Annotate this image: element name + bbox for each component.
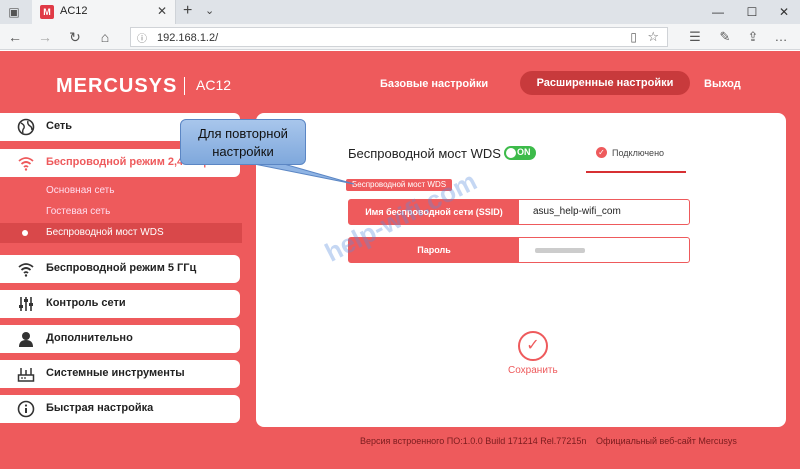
sidebar-item-quick-setup[interactable]: Быстрая настройка xyxy=(0,395,240,423)
sidebar-item-wireless-5[interactable]: Беспроводной режим 5 ГГц xyxy=(0,255,240,283)
logout-link[interactable]: Выход xyxy=(704,78,741,90)
logo-divider xyxy=(184,77,185,95)
toggle-knob xyxy=(506,148,516,158)
sidebar-item-label: Беспроводной режим 5 ГГц xyxy=(46,262,197,274)
maximize-icon[interactable]: ☐ xyxy=(740,2,764,22)
reading-view-icon[interactable]: ▯ xyxy=(630,30,637,44)
password-field[interactable]: Пароль xyxy=(348,237,690,263)
tab-close-icon[interactable]: ✕ xyxy=(157,4,167,18)
tab-title: AC12 xyxy=(60,5,88,17)
new-tab-icon[interactable]: + xyxy=(183,2,192,20)
firmware-version: Версия встроенного ПО:1.0.0 Build 171214… xyxy=(360,436,587,446)
footer: Версия встроенного ПО:1.0.0 Build 171214… xyxy=(0,436,800,454)
back-icon[interactable]: ← xyxy=(6,28,24,46)
callout-pointer xyxy=(254,164,355,185)
masked-password[interactable] xyxy=(535,248,585,253)
favorite-star-icon[interactable]: ☆ xyxy=(647,29,659,45)
share-icon[interactable]: ⇪ xyxy=(744,28,762,46)
browser-tabbar: ▣ M AC12 ✕ + ⌄ — ☐ ✕ xyxy=(0,0,800,24)
user-icon xyxy=(17,330,35,348)
submenu-item-main-network[interactable]: Основная сеть xyxy=(0,181,242,201)
home-icon[interactable]: ⌂ xyxy=(96,28,114,46)
check-icon: ✓ xyxy=(596,147,607,158)
wifi-icon xyxy=(17,154,35,172)
globe-icon xyxy=(17,118,35,136)
active-dot xyxy=(22,230,28,236)
sidebar-item-label: Контроль сети xyxy=(46,297,126,309)
submenu-item-guest-network[interactable]: Гостевая сеть xyxy=(0,202,242,222)
mercusys-logo: MERCUSYS xyxy=(56,75,178,97)
info-icon[interactable]: ⓘ xyxy=(137,30,147,45)
more-icon[interactable]: … xyxy=(772,28,790,46)
sidebar-item-additional[interactable]: Дополнительно xyxy=(0,325,240,353)
wireless-submenu: Основная сеть Гостевая сеть Беспроводной… xyxy=(0,179,242,255)
submenu-item-label: Гостевая сеть xyxy=(46,206,111,217)
callout-annotation: Для повторной настройки xyxy=(180,119,306,165)
official-site-link[interactable]: Официальный веб-сайт Mercusys xyxy=(596,436,737,446)
ssid-value[interactable]: asus_help-wifi_com xyxy=(533,206,621,217)
callout-line-2: настройки xyxy=(212,144,274,159)
minimize-icon[interactable]: — xyxy=(706,2,730,22)
callout-line-1: Для повторной xyxy=(198,126,288,141)
close-icon[interactable]: ✕ xyxy=(772,2,796,22)
sidebar-item-label: Системные инструменты xyxy=(46,367,185,379)
browser-tab[interactable]: M AC12 ✕ xyxy=(32,0,176,24)
info-icon xyxy=(17,400,35,418)
save-label[interactable]: Сохранить xyxy=(508,365,558,376)
sidebar-item-label: Дополнительно xyxy=(46,332,133,344)
sidebar-item-network-control[interactable]: Контроль сети xyxy=(0,290,240,318)
submenu-item-label: Беспроводной мост WDS xyxy=(46,227,164,238)
sidebar-item-system-tools[interactable]: Системные инструменты xyxy=(0,360,240,388)
refresh-icon[interactable]: ↻ xyxy=(66,28,84,46)
save-button[interactable]: ✓ xyxy=(518,331,548,361)
router-icon xyxy=(17,365,35,383)
page-title: Беспроводной мост WDS xyxy=(348,146,501,161)
submenu-item-wds-bridge[interactable]: Беспроводной мост WDS xyxy=(0,223,242,243)
toggle-label: ON xyxy=(517,147,531,157)
forward-icon[interactable]: → xyxy=(36,28,54,46)
model-name: AC12 xyxy=(196,77,232,93)
submenu-item-label: Основная сеть xyxy=(46,185,115,196)
sliders-icon xyxy=(17,295,35,313)
wds-toggle[interactable]: ON xyxy=(504,146,536,160)
router-admin-page: MERCUSYS AC12 Базовые настройки Расширен… xyxy=(0,51,800,469)
sidebar-item-label: Быстрая настройка xyxy=(46,402,154,414)
url-text: 192.168.1.2/ xyxy=(157,32,219,44)
advanced-settings-link[interactable]: Расширенные настройки xyxy=(520,71,690,95)
wds-settings-panel: Беспроводной мост WDS ON ✓ Подключено Бе… xyxy=(256,113,786,427)
favicon-icon: M xyxy=(40,5,54,19)
pen-icon[interactable]: ✎ xyxy=(716,28,734,46)
basic-settings-link[interactable]: Базовые настройки xyxy=(380,78,488,90)
wifi-icon xyxy=(17,260,35,278)
chevron-down-icon[interactable]: ⌄ xyxy=(205,4,214,17)
tab-preview-icon[interactable]: ▣ xyxy=(6,4,22,20)
status-text: Подключено xyxy=(612,148,665,158)
status-underline xyxy=(586,171,686,173)
sidebar-item-label: Сеть xyxy=(46,120,73,132)
address-bar: ← → ↻ ⌂ ⓘ 192.168.1.2/ ▯ ☆ ☰ ✎ ⇪ … xyxy=(0,24,800,50)
favorites-hub-icon[interactable]: ☰ xyxy=(686,28,704,46)
url-input[interactable]: ⓘ 192.168.1.2/ ▯ ☆ xyxy=(130,27,668,47)
